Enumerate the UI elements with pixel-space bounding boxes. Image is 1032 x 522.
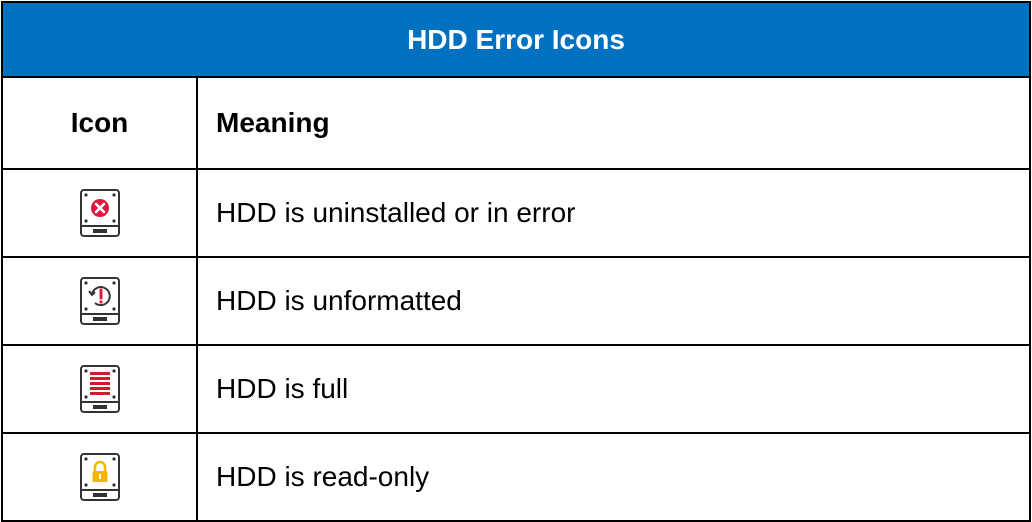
hdd-unformatted-icon — [79, 276, 121, 326]
row-meaning: HDD is unformatted — [196, 256, 1031, 346]
table-row: HDD is full — [1, 344, 1031, 434]
hdd-error-icons-table-container: HDD Error Icons Icon Meaning HDD is unin… — [0, 0, 1032, 522]
row-meaning: HDD is full — [196, 344, 1031, 434]
table-header-row: Icon Meaning — [1, 76, 1031, 170]
table-title: HDD Error Icons — [1, 1, 1031, 78]
header-meaning: Meaning — [196, 76, 1031, 170]
table-row: HDD is uninstalled or in error — [1, 168, 1031, 258]
row-meaning: HDD is read-only — [196, 432, 1031, 522]
row-meaning: HDD is uninstalled or in error — [196, 168, 1031, 258]
table-row: HDD is unformatted — [1, 256, 1031, 346]
table-row: HDD is read-only — [1, 432, 1031, 522]
hdd-error-icons-table: HDD Error Icons Icon Meaning HDD is unin… — [1, 1, 1031, 522]
hdd-error-icon — [79, 188, 121, 238]
hdd-full-icon — [79, 364, 121, 414]
hdd-read-only-icon — [79, 452, 121, 502]
header-icon: Icon — [1, 76, 198, 170]
table-title-row: HDD Error Icons — [1, 1, 1031, 78]
